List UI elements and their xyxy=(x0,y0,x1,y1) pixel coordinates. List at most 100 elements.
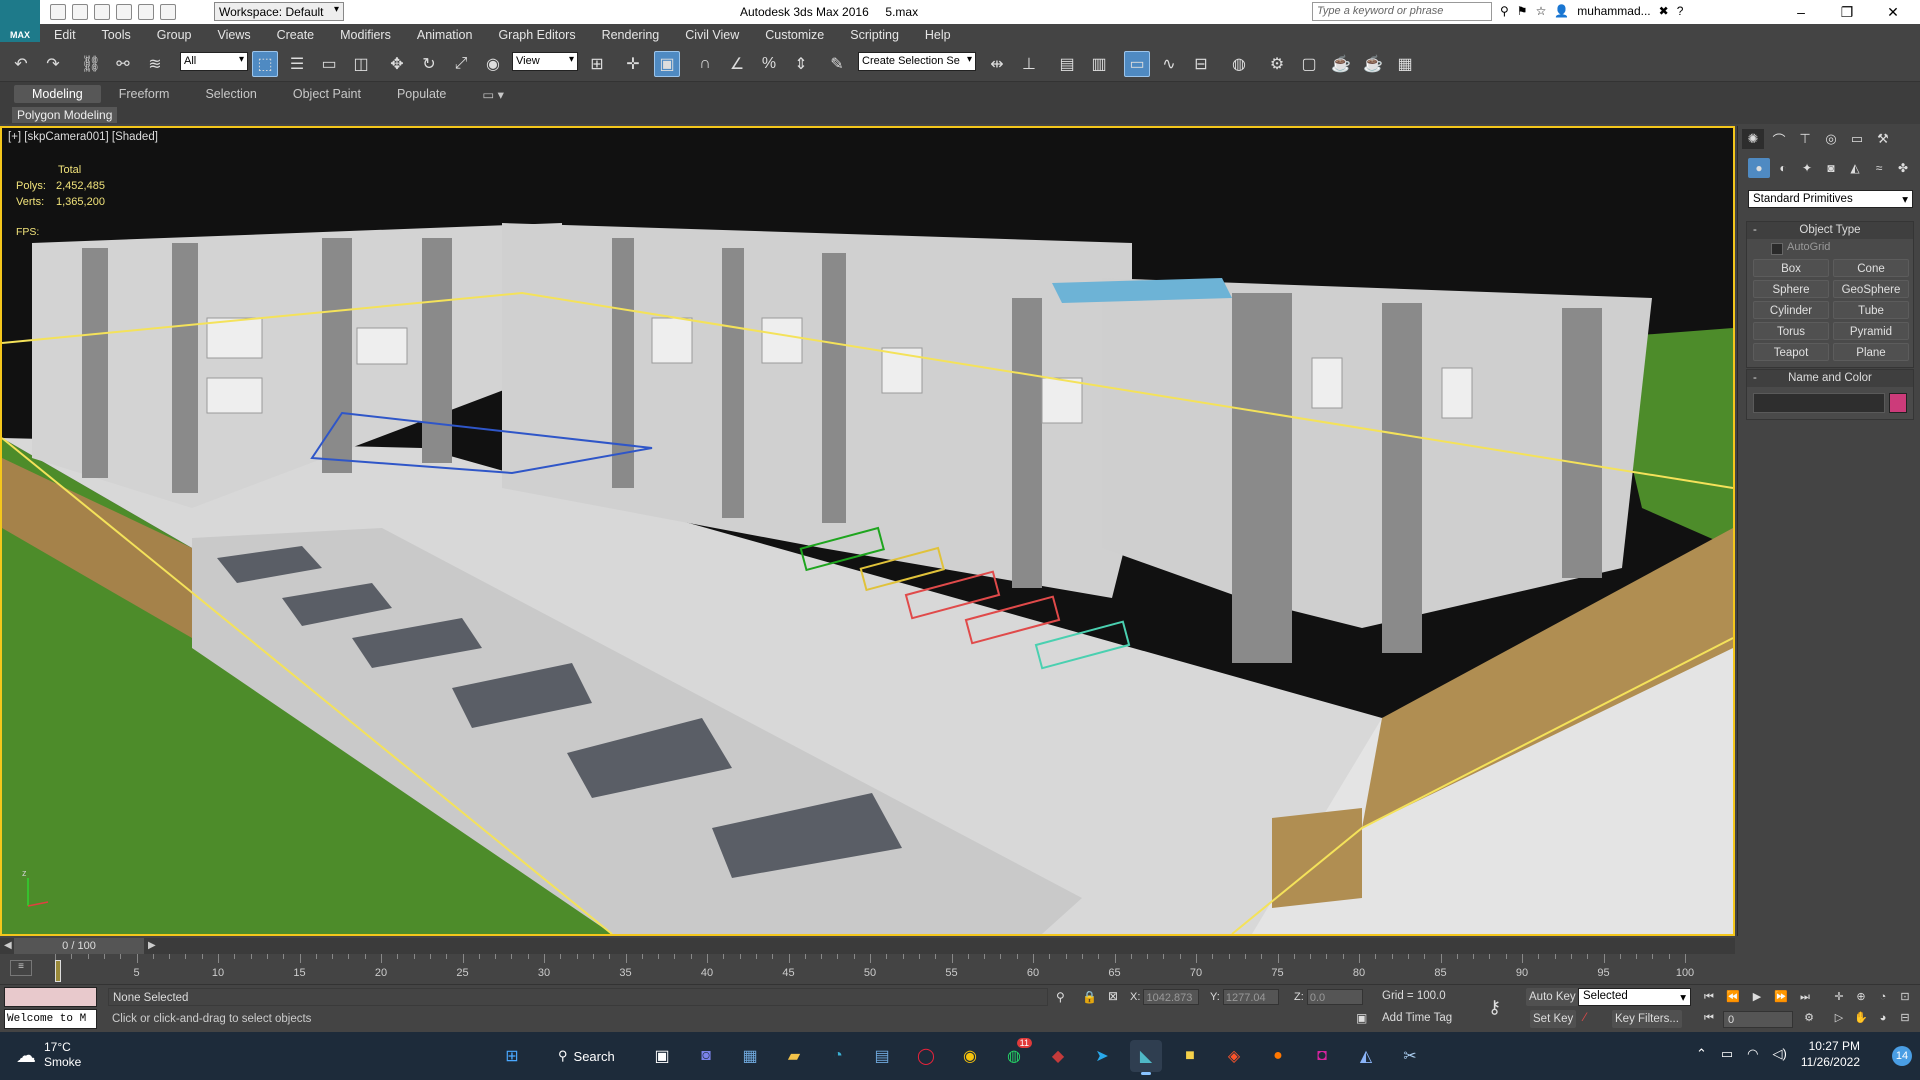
taskbar-search[interactable]: ⚲ Search xyxy=(548,1040,632,1072)
tab-freeform[interactable]: Freeform xyxy=(101,87,188,101)
unlink-icon[interactable]: ⚯ xyxy=(110,51,136,77)
x-input[interactable]: 1042.873 xyxy=(1143,989,1200,1006)
scale-icon[interactable]: ⤢ xyxy=(448,51,474,77)
prev-key-icon[interactable]: ⏪ xyxy=(1724,988,1742,1006)
soundcloud-icon[interactable]: ● xyxy=(1262,1040,1294,1072)
absolute-mode-icon[interactable]: ⊠ xyxy=(1108,989,1118,1003)
menu-scripting[interactable]: Scripting xyxy=(837,28,912,42)
window-crossing-icon[interactable]: ◫ xyxy=(348,51,374,77)
menu-help[interactable]: Help xyxy=(912,28,964,42)
time-slider-bar[interactable]: ◀ 0 / 100 ▶ xyxy=(0,938,1735,954)
create-tab-icon[interactable]: ✺ xyxy=(1742,129,1764,149)
z-input[interactable]: 0.0 xyxy=(1306,989,1363,1006)
brave-browser-icon[interactable]: ◈ xyxy=(1218,1040,1250,1072)
rotate-icon[interactable]: ↻ xyxy=(416,51,442,77)
clock[interactable]: 10:27 PM 11/26/2022 xyxy=(1801,1038,1860,1070)
select-by-name-icon[interactable]: ☰ xyxy=(284,51,310,77)
next-frame-arrow-icon[interactable]: ▶ xyxy=(148,938,156,954)
render-setup-icon[interactable]: ⚙ xyxy=(1264,51,1290,77)
object-type-title[interactable]: Object Type xyxy=(1747,222,1913,239)
selection-filter-dropdown[interactable]: All xyxy=(180,52,248,71)
weather-widget[interactable]: ☁ 17°C Smoke xyxy=(16,1040,81,1070)
orbit-icon[interactable]: ◔ xyxy=(1874,988,1892,1006)
shapes-icon[interactable]: ◐ xyxy=(1772,158,1794,178)
set-key-mode-icon[interactable]: ⚷ xyxy=(1488,997,1501,1018)
app-logo[interactable]: MAX xyxy=(0,0,40,42)
isolate-icon[interactable]: ⚲ xyxy=(1056,990,1065,1004)
wifi-icon[interactable]: ◠ xyxy=(1747,1046,1758,1062)
keyboard-shortcut-toggle-icon[interactable]: ▣ xyxy=(654,51,680,77)
curve-editor-icon[interactable]: ∿ xyxy=(1156,51,1182,77)
auto-key-button[interactable]: Auto Key xyxy=(1526,988,1579,1006)
schematic-view-icon[interactable]: ⊟ xyxy=(1188,51,1214,77)
maxscript-output[interactable]: Welcome to M xyxy=(4,1009,97,1029)
zoom-all-icon[interactable]: ⊕ xyxy=(1852,988,1870,1006)
track-bar[interactable]: ≡ 5 10 15 20 25 30 35 40 45 50 55 60 65 70 75 80 85 90 95 1… xyxy=(0,954,1735,984)
menu-civil-view[interactable]: Civil View xyxy=(672,28,752,42)
lock-selection-icon[interactable]: 🔒 xyxy=(1082,990,1097,1004)
menu-create[interactable]: Create xyxy=(264,28,328,42)
name-and-color-title[interactable]: Name and Color xyxy=(1747,370,1913,387)
task-view-icon[interactable]: ▣ xyxy=(646,1040,678,1072)
box-button[interactable]: Box xyxy=(1753,259,1829,277)
menu-group[interactable]: Group xyxy=(144,28,205,42)
redo-icon[interactable]: ↷ xyxy=(40,51,66,77)
sketchup-icon[interactable]: ◆ xyxy=(1042,1040,1074,1072)
key-mode-toggle-icon[interactable]: ⏮ xyxy=(1700,1009,1718,1027)
tab-modeling[interactable]: Modeling xyxy=(14,85,101,103)
undo-icon[interactable]: ↶ xyxy=(8,51,34,77)
tab-selection[interactable]: Selection xyxy=(187,87,274,101)
named-selection-dropdown[interactable]: Create Selection Se xyxy=(858,52,976,71)
calculator-icon[interactable]: ▦ xyxy=(734,1040,766,1072)
chevron-up-icon[interactable]: ⌃ xyxy=(1696,1046,1707,1062)
next-key-icon[interactable]: ⏩ xyxy=(1772,988,1790,1006)
helpers-icon[interactable]: ◭ xyxy=(1844,158,1866,178)
binoculars-icon[interactable]: ⚲ xyxy=(1500,4,1509,18)
goto-end-icon[interactable]: ⏭ xyxy=(1796,988,1814,1006)
primitive-category-dropdown[interactable]: Standard Primitives xyxy=(1748,190,1913,208)
new-file-icon[interactable] xyxy=(50,4,66,20)
object-name-input[interactable] xyxy=(1753,393,1885,413)
snipping-tool-icon[interactable]: ✂ xyxy=(1394,1040,1426,1072)
snaps-toggle-icon[interactable]: ∩ xyxy=(692,51,718,77)
goto-start-icon[interactable]: ⏮ xyxy=(1700,988,1718,1006)
zoom-icon[interactable]: ✛ xyxy=(1830,988,1848,1006)
tube-button[interactable]: Tube xyxy=(1833,301,1909,319)
scene-explorer-icon[interactable]: ▥ xyxy=(1086,51,1112,77)
time-config-icon[interactable]: ⚙ xyxy=(1800,1009,1818,1027)
modify-tab-icon[interactable]: ⌒ xyxy=(1768,129,1790,149)
menu-animation[interactable]: Animation xyxy=(404,28,486,42)
user-icon[interactable]: 👤 xyxy=(1554,4,1569,18)
menu-views[interactable]: Views xyxy=(204,28,263,42)
perspective-viewport[interactable]: z [+] [skpCamera001] [Shaded] Total Poly… xyxy=(0,126,1735,936)
field-of-view-icon[interactable]: ▷ xyxy=(1830,1009,1848,1027)
hierarchy-tab-icon[interactable]: ⊤ xyxy=(1794,129,1816,149)
pyramid-button[interactable]: Pyramid xyxy=(1833,322,1909,340)
render-iterative-icon[interactable]: ☕ xyxy=(1360,51,1386,77)
file-explorer-icon[interactable]: ▰ xyxy=(778,1040,810,1072)
rendered-frame-window-icon[interactable]: ▢ xyxy=(1296,51,1322,77)
chat-icon[interactable]: ◙ xyxy=(690,1040,722,1072)
selection-region-icon[interactable]: ▭ xyxy=(316,51,342,77)
time-slider-handle[interactable] xyxy=(55,960,61,982)
a360-render-icon[interactable]: ▦ xyxy=(1392,51,1418,77)
time-slider-frame[interactable]: 0 / 100 xyxy=(14,938,144,954)
move-icon[interactable]: ✥ xyxy=(384,51,410,77)
menu-tools[interactable]: Tools xyxy=(89,28,144,42)
select-manipulate-icon[interactable]: ✛ xyxy=(620,51,646,77)
render-production-icon[interactable]: ☕ xyxy=(1328,51,1354,77)
sphere-button[interactable]: Sphere xyxy=(1753,280,1829,298)
torus-button[interactable]: Torus xyxy=(1753,322,1829,340)
cameras-icon[interactable]: ◙ xyxy=(1820,158,1842,178)
set-key-button[interactable]: Set Key xyxy=(1530,1010,1577,1028)
angle-snap-icon[interactable]: ∠ xyxy=(724,51,750,77)
menu-edit[interactable]: Edit xyxy=(40,28,89,42)
menu-rendering[interactable]: Rendering xyxy=(589,28,673,42)
notification-badge[interactable]: 14 xyxy=(1892,1046,1912,1066)
instagram-icon[interactable]: ◘ xyxy=(1306,1040,1338,1072)
redo-icon[interactable] xyxy=(138,4,154,20)
spacewarps-icon[interactable]: ≈ xyxy=(1868,158,1890,178)
percent-snap-icon[interactable]: % xyxy=(756,51,782,77)
time-tag-icon[interactable]: ▣ xyxy=(1356,1011,1367,1025)
undo-icon[interactable] xyxy=(116,4,132,20)
